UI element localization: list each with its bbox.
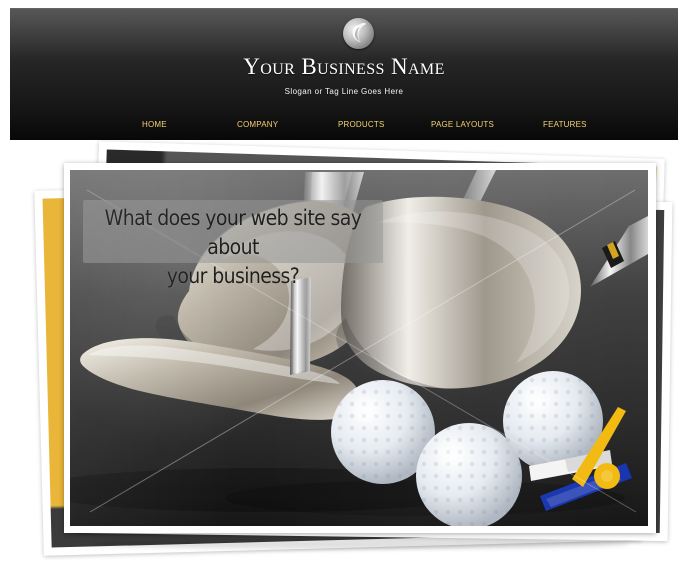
site-slogan: Slogan or Tag Line Goes Here [284, 87, 404, 96]
nav-item-home[interactable]: HOME [142, 120, 167, 130]
nav-item-features[interactable]: FEATURES [543, 120, 587, 130]
leaf-swirl-icon [352, 23, 367, 43]
logo-badge [343, 18, 374, 49]
site-header: Your Business Name Slogan or Tag Line Go… [10, 8, 678, 140]
hero-headline-panel: What does your web site say about your b… [83, 200, 383, 288]
hero-headline-line-1: What does your web site say about [104, 206, 362, 259]
hero-photo-stack: What does your web site say about your b… [34, 141, 673, 556]
photo-stack-shadow [90, 539, 630, 549]
page: Your Business Name Slogan or Tag Line Go… [0, 0, 689, 563]
nav-item-products[interactable]: PRODUCTS [338, 120, 385, 130]
hero-headline: What does your web site say about your b… [83, 204, 383, 291]
golf-clubs-and-golf-balls-image: What does your web site say about your b… [70, 170, 648, 526]
hero-headline-line-2: your business? [166, 264, 300, 288]
main-navigation: HOME COMPANY PRODUCTS PAGE LAYOUTS FEATU… [10, 120, 678, 135]
business-name: Your Business Name [243, 54, 445, 79]
hero-photo-card: What does your web site say about your b… [64, 163, 656, 533]
nav-item-page-layouts[interactable]: PAGE LAYOUTS [431, 120, 494, 130]
nav-item-company[interactable]: COMPANY [237, 120, 278, 130]
